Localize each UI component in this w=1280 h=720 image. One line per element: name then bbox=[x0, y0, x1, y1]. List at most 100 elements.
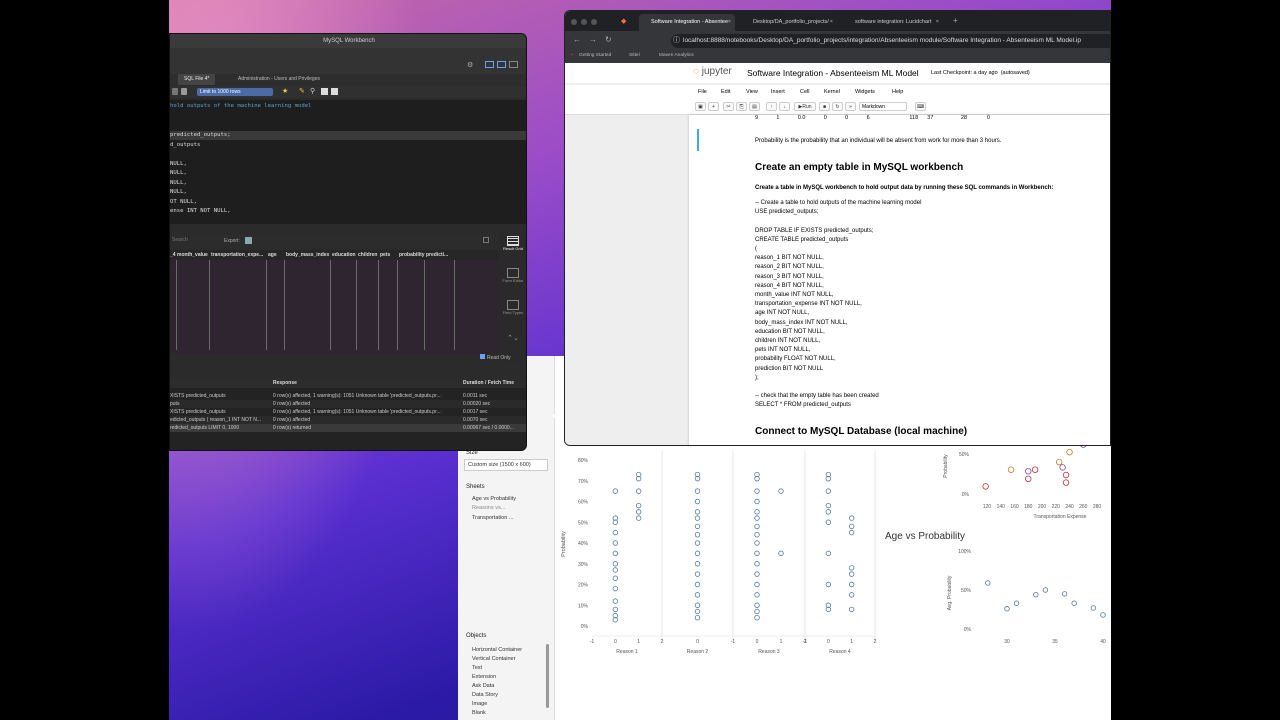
object-item[interactable]: Image bbox=[472, 701, 487, 707]
grid-column-header[interactable]: body_mass_index bbox=[286, 250, 329, 260]
close-tab-icon[interactable]: × bbox=[830, 14, 833, 31]
reload-icon[interactable]: ↻ bbox=[605, 35, 612, 44]
y-tick-label: 0% bbox=[964, 627, 972, 633]
grid-divider bbox=[209, 260, 210, 350]
new-tab-icon[interactable]: + bbox=[953, 16, 958, 25]
sheet-item[interactable]: Age vs Probability bbox=[472, 496, 516, 502]
object-item[interactable]: Ask Data bbox=[472, 683, 494, 689]
grid-column-header[interactable]: transportation_expe... bbox=[211, 250, 263, 260]
bookmark-item[interactable]: Maven Analytics bbox=[659, 53, 694, 58]
search-icon[interactable]: ⚲ bbox=[310, 87, 315, 95]
invisible-chars-icon[interactable] bbox=[321, 88, 328, 95]
grid-divider bbox=[284, 260, 285, 350]
object-item[interactable]: Extension bbox=[472, 674, 496, 680]
forward-icon[interactable]: → bbox=[589, 35, 597, 44]
output-row[interactable]: XISTS predicted_outputs 0 row(s) affecte… bbox=[170, 408, 526, 416]
add-cell-icon[interactable]: + bbox=[708, 102, 719, 111]
menu-edit[interactable]: Edit bbox=[721, 89, 730, 95]
grid-divider bbox=[176, 260, 177, 350]
scatter-point bbox=[694, 561, 701, 567]
sheet-item[interactable]: Reasons vs... bbox=[472, 505, 505, 511]
bookmark-item[interactable]: Stitel bbox=[629, 53, 640, 58]
find-icon[interactable]: ✎ bbox=[299, 87, 305, 95]
stop-icon[interactable]: ■ bbox=[819, 102, 830, 111]
close-tab-icon[interactable]: × bbox=[728, 14, 731, 31]
window-close-button[interactable] bbox=[571, 19, 577, 25]
url-field[interactable]: ⓘ localhost:8888/notebooks/Desktop/DA_po… bbox=[671, 34, 1110, 48]
menu-cell[interactable]: Cell bbox=[800, 89, 809, 95]
layout-left-icon[interactable] bbox=[485, 61, 494, 68]
grid-column-header[interactable]: education bbox=[332, 250, 356, 260]
result-grid-button[interactable]: Result Grid bbox=[501, 236, 525, 251]
move-down-icon[interactable]: ↓ bbox=[779, 102, 790, 111]
wrap-icon[interactable] bbox=[331, 88, 338, 95]
bookmark-item[interactable]: Getting Started bbox=[579, 53, 611, 58]
menu-insert[interactable]: Insert bbox=[771, 89, 785, 95]
objects-scrollbar[interactable] bbox=[546, 644, 549, 708]
toggle-icon[interactable] bbox=[181, 88, 187, 95]
command-palette-icon[interactable]: ⌨ bbox=[915, 102, 926, 111]
browser-tab[interactable]: Desktop/DA_portfolio_projects/× bbox=[741, 14, 837, 31]
result-search[interactable]: Search bbox=[172, 237, 188, 243]
object-item[interactable]: Vertical Container bbox=[472, 656, 515, 662]
size-dropdown[interactable]: Custom size (1500 x 600) bbox=[464, 459, 548, 471]
beautify-icon[interactable]: ★ bbox=[282, 87, 288, 95]
sheet-item[interactable]: Transportation ... bbox=[472, 515, 513, 521]
object-item[interactable]: Horizontal Container bbox=[472, 647, 522, 653]
field-types-button[interactable]: Field Types bbox=[501, 300, 525, 315]
object-item[interactable]: Text bbox=[472, 665, 482, 671]
fast-forward-icon[interactable]: » bbox=[845, 102, 856, 111]
save-icon[interactable]: ▣ bbox=[695, 102, 706, 111]
result-grid[interactable]: _4 month_value transportation_expe... ag… bbox=[170, 250, 498, 354]
output-row[interactable]: puts 0 row(s) affected 0.00020 sec bbox=[170, 400, 526, 408]
window-minimize-button[interactable] bbox=[581, 19, 587, 25]
output-row[interactable]: edicted_outputs ( reason_1 INT NOT N... … bbox=[170, 416, 526, 424]
grid-column-header[interactable]: predicti... bbox=[426, 250, 448, 260]
output-row[interactable]: XISTS predicted_outputs 0 row(s) affecte… bbox=[170, 392, 526, 400]
menu-help[interactable]: Help bbox=[892, 89, 903, 95]
gear-icon[interactable]: ⚙ bbox=[467, 61, 473, 69]
grid-column-header[interactable]: pets bbox=[380, 250, 390, 260]
browser-tab-active[interactable]: Software Integration - Absentee × bbox=[639, 14, 735, 31]
form-editor-button[interactable]: Form Editor bbox=[501, 268, 525, 283]
jupyter-logo[interactable]: ◌ jupyter bbox=[693, 66, 732, 77]
restart-icon[interactable]: ↻ bbox=[832, 102, 843, 111]
scatter-point bbox=[848, 592, 855, 598]
run-button[interactable]: ▶Run bbox=[794, 102, 816, 111]
grid-column-header[interactable]: month_value bbox=[177, 250, 208, 260]
move-up-icon[interactable]: ↑ bbox=[766, 102, 777, 111]
info-icon[interactable]: ⓘ bbox=[673, 34, 680, 48]
menu-file[interactable]: File bbox=[698, 89, 707, 95]
back-icon[interactable]: ← bbox=[573, 35, 581, 44]
chevron-updown-icon[interactable]: ⌃⌄ bbox=[501, 334, 525, 342]
output-row[interactable]: redicted_outputs LIMIT 0, 1000 0 row(s) … bbox=[170, 424, 526, 432]
workbench-tabs: SQL File 4* Administration - Users and P… bbox=[170, 74, 526, 85]
stop-icon[interactable] bbox=[172, 88, 178, 95]
grid-column-header[interactable]: probability bbox=[399, 250, 425, 260]
object-item[interactable]: Data Story bbox=[472, 692, 498, 698]
menu-kernel[interactable]: Kernel bbox=[824, 89, 840, 95]
close-tab-icon[interactable]: × bbox=[936, 14, 939, 31]
copy-icon[interactable]: ⎘ bbox=[736, 102, 747, 111]
grid-column-header[interactable]: children bbox=[358, 250, 377, 260]
layout-bottom-icon[interactable] bbox=[497, 61, 506, 68]
scatter-point bbox=[825, 581, 832, 588]
menu-view[interactable]: View bbox=[746, 89, 758, 95]
wrap-cell-icon[interactable] bbox=[483, 237, 489, 243]
menu-widgets[interactable]: Widgets bbox=[855, 89, 875, 95]
paste-icon[interactable]: ▤ bbox=[749, 102, 760, 111]
grid-column-header[interactable]: _4 bbox=[170, 250, 176, 260]
object-item[interactable]: Blank bbox=[472, 710, 486, 716]
browser-tab[interactable]: software integration: Lucidchart × bbox=[843, 14, 943, 31]
export-icon[interactable] bbox=[245, 237, 252, 244]
grid-column-header[interactable]: age bbox=[268, 250, 277, 260]
cell-type-select[interactable]: Markdown bbox=[859, 102, 907, 111]
limit-rows-select[interactable]: Limit to 1000 rows bbox=[197, 88, 273, 96]
tab-sql-file[interactable]: SQL File 4* bbox=[178, 74, 216, 85]
cut-icon[interactable]: ✂ bbox=[723, 102, 734, 111]
layout-right-icon[interactable] bbox=[509, 61, 518, 68]
tab-administration[interactable]: Administration - Users and Privileges bbox=[232, 74, 326, 85]
window-zoom-button[interactable] bbox=[591, 19, 597, 25]
sql-editor[interactable]: hold outputs of the machine learning mod… bbox=[170, 100, 526, 224]
notebook-title[interactable]: Software Integration - Absenteeism ML Mo… bbox=[747, 68, 919, 78]
